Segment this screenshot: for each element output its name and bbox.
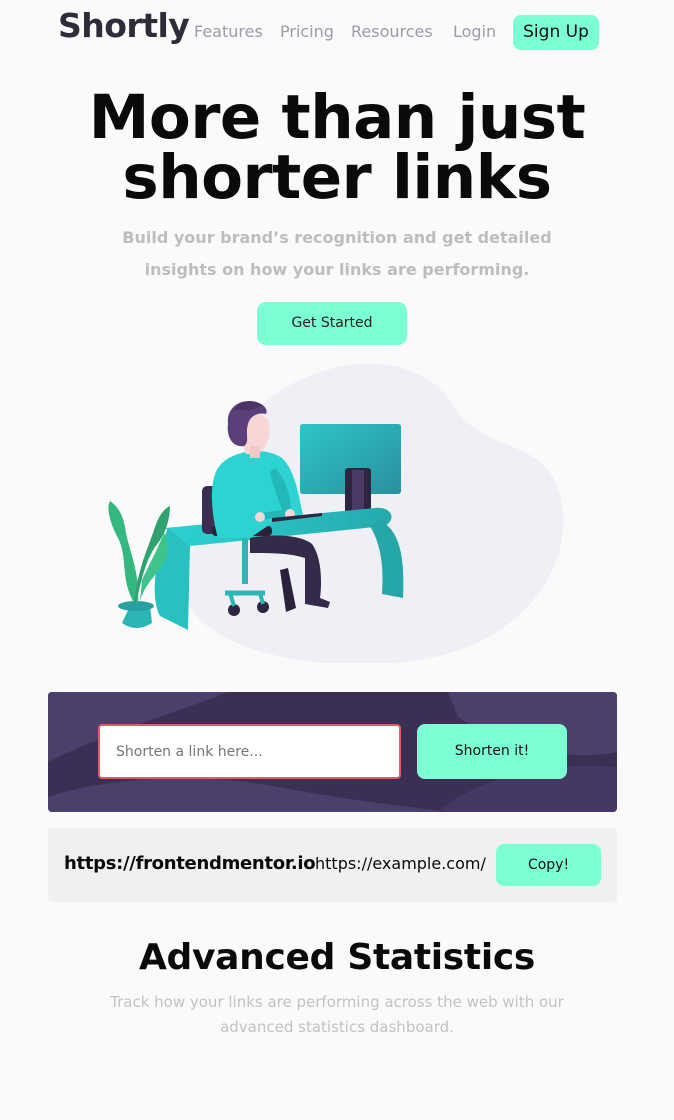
- nav-link-login[interactable]: Login: [453, 22, 496, 41]
- nav-link-resources[interactable]: Resources: [351, 22, 433, 41]
- stats-subtitle: Track how your links are performing acro…: [110, 993, 564, 1036]
- result-row: https://frontendmentor.io https://exampl…: [48, 828, 617, 902]
- short-link[interactable]: https://example.com/: [315, 854, 486, 873]
- stats-title: Advanced Statistics: [138, 937, 536, 978]
- sign-up-button[interactable]: Sign Up: [513, 15, 599, 50]
- nav-link-features[interactable]: Features: [194, 22, 263, 41]
- get-started-button[interactable]: Get Started: [257, 302, 407, 345]
- hero-title-line-2: shorter links: [122, 142, 552, 213]
- top-nav: Shortly Features Pricing Resources Login…: [0, 0, 674, 64]
- shorten-button[interactable]: Shorten it!: [417, 724, 567, 779]
- nav-link-pricing[interactable]: Pricing: [280, 22, 334, 41]
- hero-title: More than just shorter links: [0, 82, 674, 213]
- original-link: https://frontendmentor.io: [64, 853, 316, 874]
- link-input[interactable]: [98, 724, 401, 779]
- hero-title-line-1: More than just: [88, 82, 586, 153]
- landing-page: Shortly Features Pricing Resources Login…: [0, 0, 674, 1120]
- hero-subtitle: Build your brand’s recognition and get d…: [122, 228, 552, 279]
- logo[interactable]: Shortly: [58, 6, 190, 45]
- working-illustration: [108, 363, 564, 663]
- copy-button[interactable]: Copy!: [496, 844, 601, 886]
- shorten-form: Shorten it!: [48, 692, 617, 812]
